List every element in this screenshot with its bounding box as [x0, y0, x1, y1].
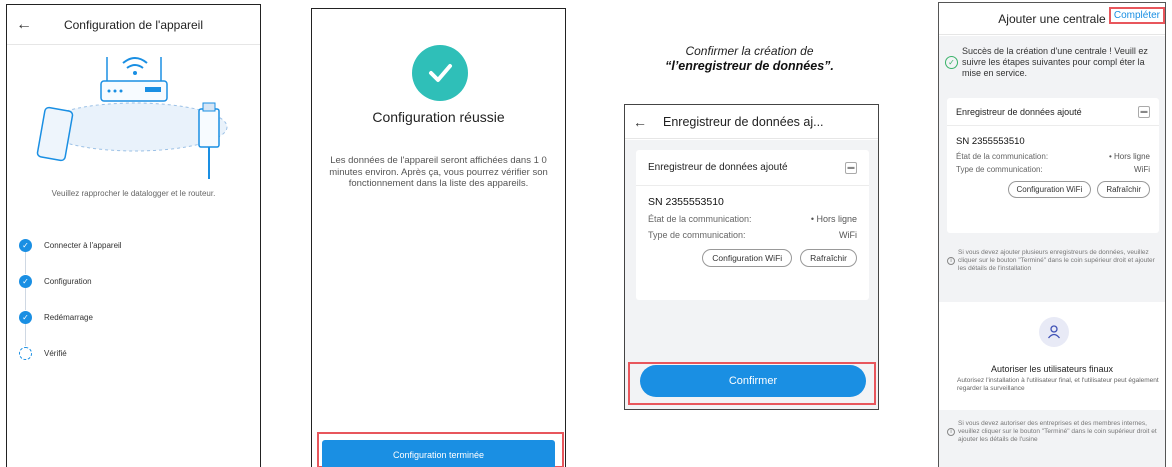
- configuration-steps: ✓ Connecter à l'appareil ✓ Configuration…: [19, 227, 122, 371]
- caption-line-2: “l’enregistreur de données”.: [665, 59, 834, 73]
- back-arrow-icon[interactable]: ←: [625, 114, 655, 130]
- info-icon: i: [947, 257, 955, 265]
- header: Ajouter une centrale Compléter: [939, 3, 1165, 35]
- loading-spinner-icon: [19, 346, 32, 360]
- step-verified: Vérifié: [19, 335, 122, 371]
- comm-state-value: • Hors ligne: [810, 214, 857, 224]
- card-header: Enregistreur de données ajouté ▬: [636, 150, 869, 186]
- card-title: Enregistreur de données ajouté: [956, 106, 1082, 117]
- hint-text: Veuillez rapprocher le datalogger et le …: [51, 189, 216, 198]
- page-title: Ajouter une centrale: [998, 11, 1106, 26]
- comm-type-row: Type de communication: WiFi: [636, 227, 869, 243]
- step-label: Redémarrage: [44, 312, 93, 322]
- content-area: Enregistreur de données ajouté ▬ SN 2355…: [625, 140, 878, 409]
- card-actions: Configuration WiFi Rafraîchir: [636, 243, 869, 273]
- step-configuration: ✓ Configuration: [19, 263, 122, 310]
- success-title: Configuration réussie: [372, 109, 505, 125]
- trash-icon[interactable]: ▬: [845, 161, 857, 174]
- step-label: Vérifié: [44, 348, 67, 358]
- authorize-title: Autoriser les utilisateurs finaux: [990, 364, 1114, 374]
- datalogger-router-illustration: [36, 57, 228, 179]
- card-title: Enregistreur de données ajouté: [648, 162, 788, 173]
- configuration-done-button[interactable]: Configuration terminée: [322, 440, 555, 467]
- comm-type-row: Type de communication: WiFi: [947, 163, 1159, 176]
- comm-state-row: État de la communication: • Hors ligne: [947, 150, 1159, 163]
- step-connect: ✓ Connecter à l'appareil: [19, 227, 122, 274]
- user-icon: [1039, 317, 1069, 347]
- authorize-users-section[interactable]: Autoriser les utilisateurs finaux Autori…: [939, 302, 1165, 410]
- device-configuration-screen: ← Configuration de l'appareil Veuillez r…: [6, 4, 261, 467]
- configuration-success-screen: Configuration réussie Les données de l'a…: [311, 8, 566, 467]
- info-note: i Si vous devez ajouter plusieurs enregi…: [947, 249, 1159, 273]
- checkmark-icon: ✓: [19, 238, 32, 252]
- serial-number: SN 2355553510: [956, 136, 1025, 147]
- datalogger-card: Enregistreur de données ajouté ▬ SN 2355…: [947, 98, 1159, 233]
- datalogger-card: Enregistreur de données ajouté ▬ SN 2355…: [636, 150, 869, 300]
- trash-icon[interactable]: ▬: [1138, 105, 1150, 118]
- datalogger-added-screen: ← Enregistreur de données aj... Enregist…: [624, 104, 879, 410]
- comm-type-value: WiFi: [839, 230, 857, 240]
- card-header: Enregistreur de données ajouté ▬: [947, 98, 1159, 126]
- page-title: Enregistreur de données aj...: [663, 114, 824, 129]
- comm-state-label: État de la communication:: [956, 152, 1049, 161]
- page-title: Configuration de l'appareil: [63, 17, 204, 32]
- complete-button[interactable]: Compléter: [1108, 7, 1165, 24]
- refresh-button[interactable]: Rafraîchir: [800, 249, 857, 267]
- success-check-icon: ✓: [945, 56, 958, 69]
- comm-state-row: État de la communication: • Hors ligne: [636, 211, 869, 227]
- confirm-button[interactable]: Confirmer: [640, 365, 866, 397]
- info-note: i Si vous devez autoriser des entreprise…: [947, 420, 1159, 444]
- success-description: Les données de l'appareil seront affiché…: [329, 155, 548, 189]
- comm-type-label: Type de communication:: [956, 165, 1043, 174]
- caption-line-1: Confirmer la création de: [685, 44, 814, 58]
- card-actions: Configuration WiFi Rafraîchir: [947, 176, 1159, 203]
- refresh-button[interactable]: Rafraîchir: [1097, 181, 1150, 198]
- checkmark-icon: ✓: [19, 274, 32, 288]
- wifi-config-button[interactable]: Configuration WiFi: [702, 249, 793, 267]
- header: ← Enregistreur de données aj...: [625, 105, 878, 139]
- info-icon: i: [947, 428, 955, 436]
- step-restart: ✓ Redémarrage: [19, 299, 122, 346]
- note-text: Si vous devez ajouter plusieurs enregist…: [958, 249, 1155, 272]
- wifi-config-button[interactable]: Configuration WiFi: [1007, 181, 1092, 198]
- authorize-description: Autorisez l'installation à l'utilisateur…: [957, 377, 1159, 392]
- comm-type-value: WiFi: [1134, 165, 1150, 174]
- back-arrow-icon[interactable]: ←: [7, 16, 41, 34]
- success-message: Succès de la création d'une centrale ! V…: [962, 46, 1148, 78]
- comm-state-value: • Hors ligne: [1108, 152, 1150, 161]
- step-label: Connecter à l'appareil: [44, 240, 122, 250]
- success-banner: ✓ Succès de la création d'une centrale !…: [945, 46, 1163, 79]
- step-label: Configuration: [44, 276, 92, 286]
- comm-type-label: Type de communication:: [648, 230, 746, 240]
- serial-number: SN 2355553510: [648, 196, 724, 208]
- header: ← Configuration de l'appareil: [7, 5, 260, 45]
- checkmark-icon: ✓: [19, 310, 32, 324]
- comm-state-label: État de la communication:: [648, 214, 752, 224]
- success-check-icon: [412, 45, 468, 101]
- content-area: ✓ Succès de la création d'une centrale !…: [939, 36, 1165, 467]
- add-plant-screen: Ajouter une centrale Compléter ✓ Succès …: [938, 2, 1166, 467]
- note-text: Si vous devez autoriser des entreprises …: [958, 420, 1157, 443]
